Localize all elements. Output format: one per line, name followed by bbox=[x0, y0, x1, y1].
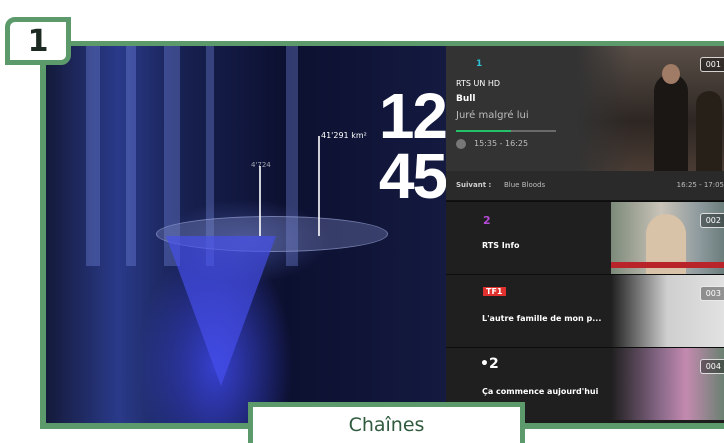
clock-minutes: 45 bbox=[378, 140, 448, 212]
rts-un-logo: 1 bbox=[476, 59, 483, 69]
program-progress-bar bbox=[456, 130, 556, 132]
live-video[interactable]: 41'291 km² 4'724 12 45 bbox=[46, 46, 448, 423]
channel-number: 003 bbox=[699, 286, 724, 301]
next-program-row[interactable]: Suivant : Blue Bloods 16:25 - 17:05 bbox=[446, 171, 724, 201]
news-ticker bbox=[611, 262, 724, 268]
step-badge: 1 bbox=[5, 17, 71, 65]
studio-light bbox=[86, 46, 100, 266]
next-program-time: 16:25 - 17:05 bbox=[676, 181, 724, 189]
step-number: 1 bbox=[27, 23, 49, 59]
actor-figure bbox=[654, 74, 688, 171]
program-progress-fill bbox=[456, 130, 511, 132]
next-show-title: Blue Bloods bbox=[504, 181, 546, 189]
channel-number: 002 bbox=[699, 213, 724, 228]
channel-row-title: Ça commence aujourd'hui bbox=[482, 387, 599, 396]
actor-head bbox=[662, 64, 680, 84]
program-time: 15:35 - 16:25 bbox=[474, 139, 529, 148]
studio-light bbox=[126, 46, 136, 266]
distance-label: 41'291 km² bbox=[321, 131, 367, 140]
france2-logo: •2 bbox=[480, 356, 499, 372]
rts-info-logo: 2 bbox=[483, 214, 491, 227]
current-program-card[interactable]: 1 001 RTS UN HD Bull Juré malgré lui 15:… bbox=[446, 46, 724, 171]
studio-clock: 12 45 bbox=[378, 80, 448, 212]
channel-row-title: L'autre famille de mon p... bbox=[482, 314, 602, 323]
caption-tab: Chaînes bbox=[248, 402, 525, 443]
caption-label: Chaînes bbox=[348, 414, 425, 436]
episode-title: Juré malgré lui bbox=[456, 110, 529, 121]
channel-number: 001 bbox=[699, 57, 724, 72]
show-title: Bull bbox=[456, 94, 476, 104]
tv-screen: 41'291 km² 4'724 12 45 1 001 RTS UN HD B… bbox=[46, 46, 724, 423]
studio-pole bbox=[259, 166, 261, 236]
studio-table-base bbox=[166, 236, 276, 386]
next-label: Suivant : bbox=[456, 181, 492, 189]
background-figure bbox=[696, 91, 722, 171]
small-label: 4'724 bbox=[251, 161, 271, 169]
channel-row[interactable]: TF1 L'autre famille de mon p... 003 bbox=[446, 274, 724, 347]
tf1-logo: TF1 bbox=[483, 287, 506, 296]
studio-pole bbox=[318, 136, 320, 236]
channel-number: 004 bbox=[699, 359, 724, 374]
channel-row[interactable]: 2 RTS Info 002 bbox=[446, 201, 724, 274]
channel-row-title: RTS Info bbox=[482, 241, 520, 250]
channel-name: RTS UN HD bbox=[456, 79, 501, 88]
clock-hours: 12 bbox=[378, 80, 448, 152]
channel-panel: 1 001 RTS UN HD Bull Juré malgré lui 15:… bbox=[446, 46, 724, 423]
clock-icon bbox=[456, 139, 466, 149]
